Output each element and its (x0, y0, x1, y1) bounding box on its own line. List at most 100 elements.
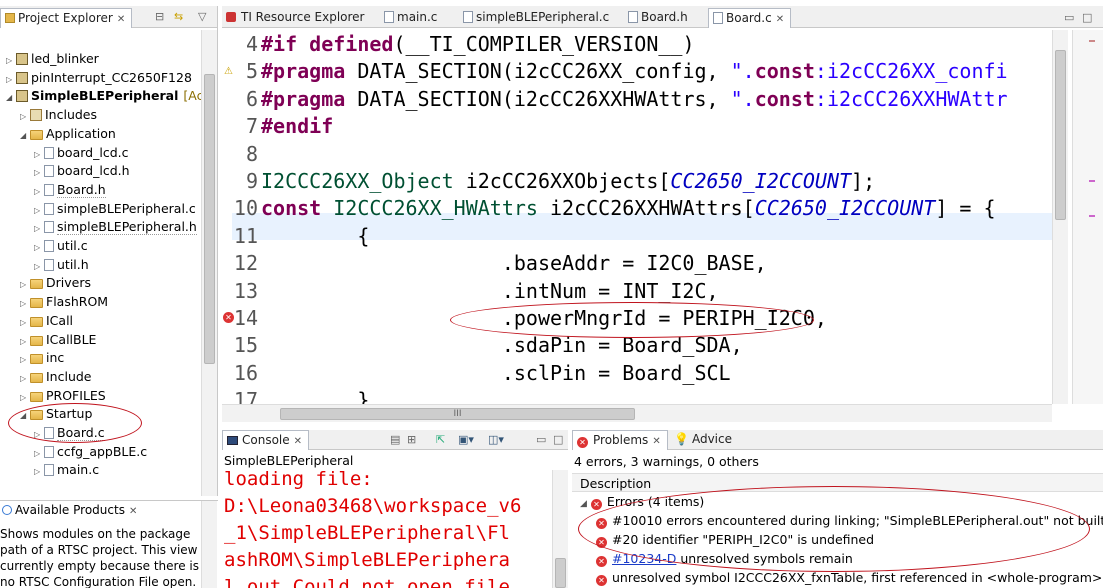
tree-item[interactable]: ◢ Startup (20, 405, 92, 424)
close-icon[interactable]: ✕ (117, 14, 125, 25)
problem-row[interactable]: ✕ #10234-D unresolved symbols remain (596, 551, 853, 567)
tab-advice[interactable]: 💡 Advice (670, 430, 738, 450)
code-line[interactable]: .intNum = INT_I2C, (261, 279, 719, 303)
tab-ti-resource-explorer[interactable]: TI Resource Explorer (222, 8, 371, 28)
problem-row[interactable]: ✕ #20 identifier "PERIPH_I2C0" is undefin… (596, 532, 874, 548)
close-icon[interactable]: ✕ (652, 436, 660, 447)
code-line[interactable]: I2CCC26XX_Object i2cCC26XXObjects[CC2650… (261, 169, 875, 193)
explorer-scroll-thumb[interactable] (204, 74, 215, 364)
code-line[interactable]: }, (261, 388, 381, 404)
open-console-icon[interactable]: ◫▾ (488, 433, 504, 446)
tab-simpleble-c[interactable]: simpleBLEPeripheral.c (459, 8, 615, 28)
products-scrollbar[interactable] (201, 501, 217, 588)
collapse-all-icon[interactable]: ⊟ (155, 10, 164, 23)
code-line[interactable]: .sclPin = Board_SCL (261, 361, 731, 385)
close-icon[interactable]: ✕ (776, 14, 784, 25)
tree-item[interactable]: ▷ PROFILES (20, 387, 106, 406)
tree-item[interactable]: ▷ board_lcd.c (34, 144, 128, 163)
display-console-icon[interactable]: ▣▾ (458, 433, 474, 446)
tab-console[interactable]: Console ✕ (222, 430, 310, 450)
collapsed-arrow-icon[interactable]: ▷ (20, 333, 30, 351)
collapsed-arrow-icon[interactable]: ▷ (34, 183, 44, 201)
tree-item[interactable]: ▷ simpleBLEPeripheral.c (34, 200, 196, 219)
collapsed-arrow-icon[interactable]: ▷ (34, 164, 44, 182)
tab-board-c[interactable]: Board.c ✕ (708, 8, 792, 28)
collapsed-arrow-icon[interactable]: ▷ (34, 202, 44, 220)
tree-item[interactable]: ▷ ICallBLE (20, 331, 96, 350)
errors-group[interactable]: ◢ ✕ Errors (4 items) (580, 494, 704, 510)
tree-item[interactable]: ▷ ICall (20, 312, 73, 331)
scroll-lock-icon[interactable]: ⊞ (407, 433, 416, 446)
explorer-scrollbar[interactable] (201, 30, 217, 496)
tree-item[interactable]: ▷ Include (20, 368, 92, 387)
error-marker-icon[interactable]: ✕ (223, 312, 234, 323)
ruler-mark[interactable] (1089, 180, 1095, 182)
code-line[interactable]: #endif (261, 114, 333, 138)
tab-problems[interactable]: ✕ Problems ✕ (572, 430, 668, 450)
collapsed-arrow-icon[interactable]: ▷ (20, 370, 30, 388)
tree-item[interactable]: ▷ main.c (34, 461, 99, 480)
tab-project-explorer[interactable]: Project Explorer ✕ (0, 8, 133, 28)
tree-item[interactable]: ▷ Includes (20, 106, 97, 125)
collapsed-arrow-icon[interactable]: ▷ (34, 146, 44, 164)
collapsed-arrow-icon[interactable]: ▷ (6, 52, 16, 70)
tab-available-products[interactable]: Available Products ✕ (0, 503, 170, 523)
problem-row[interactable]: ✕ #10010 errors encountered during linkin… (596, 513, 1103, 529)
minimize-icon[interactable]: ▭ (536, 433, 546, 446)
link-editor-icon[interactable]: ⇆ (174, 10, 183, 23)
tree-item[interactable]: ▷ board_lcd.h (34, 162, 130, 181)
code-line[interactable]: .powerMngrId = PERIPH_I2C0, (261, 306, 827, 330)
collapsed-arrow-icon[interactable]: ▷ (34, 426, 44, 444)
collapsed-arrow-icon[interactable]: ▷ (20, 295, 30, 313)
tree-item[interactable]: ▷ simpleBLEPeripheral.h (34, 218, 197, 237)
collapsed-arrow-icon[interactable]: ▷ (20, 351, 30, 369)
close-icon[interactable]: ✕ (294, 436, 302, 447)
code-line[interactable]: #pragma DATA_SECTION(i2cCC26XX_config, "… (261, 59, 1008, 83)
code-line[interactable]: #if defined(__TI_COMPILER_VERSION__) (261, 32, 695, 56)
expanded-arrow-icon[interactable]: ◢ (6, 89, 16, 107)
tree-item[interactable]: ▷ ccfg_appBLE.c (34, 443, 147, 462)
tab-main-c[interactable]: main.c (380, 8, 443, 28)
problem-link[interactable]: #10234-D (612, 551, 676, 566)
ruler-mark[interactable] (1089, 40, 1095, 42)
maximize-icon[interactable]: □ (553, 433, 563, 446)
collapsed-arrow-icon[interactable]: ▷ (20, 389, 30, 407)
code-line[interactable]: { (261, 224, 369, 248)
tree-item[interactable]: ▷ Board.c (34, 424, 105, 443)
tree-item[interactable]: ▷ inc (20, 349, 64, 368)
clear-console-icon[interactable]: ▤ (390, 433, 400, 446)
warning-marker-icon[interactable]: ⚠ (224, 66, 233, 77)
expanded-arrow-icon[interactable]: ◢ (20, 407, 30, 425)
description-column-header[interactable]: Description (572, 473, 1103, 492)
editor-hscroll[interactable]: III (222, 404, 1052, 422)
tree-item[interactable]: ▷ util.h (34, 256, 89, 275)
problem-row[interactable]: ✕ unresolved symbol I2CCC26XX_fxnTable, f… (596, 570, 1102, 586)
editor-vscroll-thumb[interactable] (1055, 50, 1066, 220)
code-area[interactable]: 4 #if defined(__TI_COMPILER_VERSION__) 5 #p… (222, 30, 1052, 404)
minimize-icon[interactable]: ▭ (1064, 11, 1074, 24)
expanded-arrow-icon[interactable]: ◢ (20, 127, 30, 145)
collapsed-arrow-icon[interactable]: ▷ (20, 108, 30, 126)
collapsed-arrow-icon[interactable]: ▷ (6, 71, 16, 89)
collapsed-arrow-icon[interactable]: ▷ (34, 258, 44, 276)
view-menu-icon[interactable]: ▽ (198, 10, 206, 23)
tree-item[interactable]: ◢ SimpleBLEPeripheral [Acti (6, 87, 212, 106)
collapsed-arrow-icon[interactable]: ▷ (34, 220, 44, 238)
maximize-icon[interactable]: □ (1082, 11, 1092, 24)
editor-vscroll[interactable] (1052, 30, 1068, 404)
tree-item[interactable]: ▷ Drivers (20, 274, 91, 293)
console-scroll-thumb[interactable] (555, 558, 566, 588)
console-output[interactable]: loading file: D:\Leona03468\workspace_v6 _… (224, 466, 521, 588)
code-line[interactable]: .baseAddr = I2C0_BASE, (261, 251, 767, 275)
close-icon[interactable]: ✕ (129, 506, 137, 517)
tree-item[interactable]: ▷ Board.h (34, 181, 106, 200)
console-scrollbar[interactable] (552, 470, 568, 588)
tree-item[interactable]: ▷ led_blinker (6, 50, 99, 69)
code-line[interactable]: .sdaPin = Board_SDA, (261, 333, 743, 357)
ruler-mark[interactable] (1089, 215, 1095, 217)
code-line[interactable]: #pragma DATA_SECTION(i2cCC26XXHWAttrs, "… (261, 87, 1008, 111)
collapsed-arrow-icon[interactable]: ▷ (34, 463, 44, 481)
collapsed-arrow-icon[interactable]: ▷ (34, 239, 44, 257)
tree-item[interactable]: ▷ FlashROM (20, 293, 108, 312)
pin-console-icon[interactable]: ⇱ (436, 433, 445, 446)
